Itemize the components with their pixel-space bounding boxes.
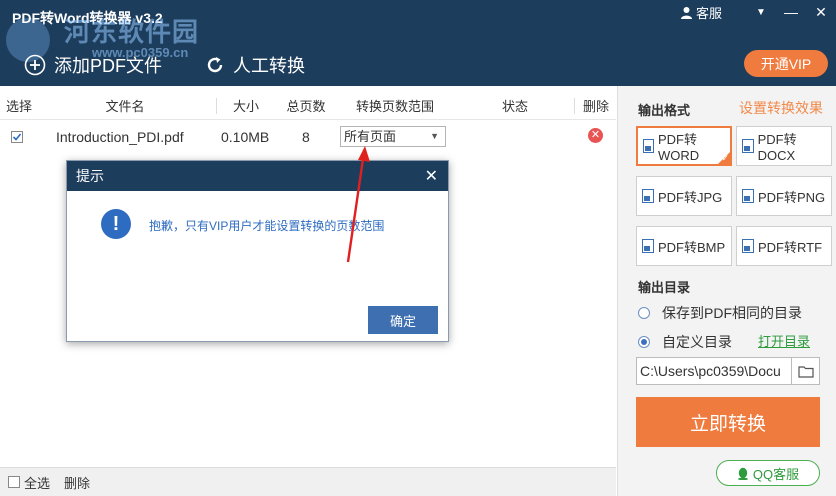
add-pdf-button[interactable]: 添加PDF文件 (24, 52, 162, 78)
word-file-icon (643, 139, 654, 153)
col-divider[interactable] (216, 98, 217, 114)
qq-penguin-icon (737, 467, 748, 480)
list-footer: 全选 删除 (0, 467, 616, 496)
add-pdf-label: 添加PDF文件 (54, 56, 162, 76)
format-label: PDF转DOCX (757, 132, 797, 163)
jpg-file-icon (642, 189, 654, 203)
check-icon: ✓ (721, 153, 729, 163)
delete-row-icon[interactable]: ✕ (588, 128, 603, 143)
watermark-text: 河东软件园 (64, 17, 200, 47)
window-controls: 客服 ▼ — ✕ (680, 0, 836, 24)
format-bmp-button[interactable]: PDF转BMP (636, 226, 732, 266)
format-word-button[interactable]: PDF转WORD ✓ (636, 126, 732, 166)
plus-circle-icon (24, 54, 46, 76)
right-panel: 输出格式 设置转换效果 PDF转WORD ✓ PDF转DOCX PDF转JPG … (617, 86, 836, 496)
format-rtf-button[interactable]: PDF转RTF (736, 226, 832, 266)
rtf-file-icon (742, 239, 754, 253)
output-format-label: 输出格式 (638, 103, 691, 118)
alert-dialog: 提示 ✕ ! 抱歉，只有VIP用户才能设置转换的页数范围 确定 (66, 160, 449, 342)
dialog-title: 提示 (76, 168, 104, 184)
select-all-checkbox[interactable] (8, 476, 20, 488)
col-pages: 总页数 (286, 99, 326, 114)
col-filename: 文件名 (105, 99, 145, 114)
title-bar: PDF转Word转换器 v3.2 河东软件园 www.pc0359.cn 客服 … (0, 0, 836, 86)
open-dir-link[interactable]: 打开目录 (758, 331, 810, 350)
conversion-settings-link[interactable]: 设置转换效果 (739, 98, 823, 118)
radio-button[interactable] (638, 307, 650, 319)
manual-convert-label: 人工转换 (233, 56, 305, 76)
qq-support-button[interactable]: QQ客服 (716, 460, 820, 486)
format-docx-button[interactable]: PDF转DOCX (736, 126, 832, 166)
folder-icon (797, 365, 814, 378)
select-all-label[interactable]: 全选 (24, 473, 50, 492)
info-exclamation-icon: ! (101, 209, 131, 239)
radio-same-dir[interactable]: 保存到PDF相同的目录 (638, 303, 802, 323)
format-label: PDF转JPG (658, 189, 723, 205)
customer-service-label: 客服 (695, 5, 722, 21)
open-vip-button[interactable]: 开通VIP (744, 50, 828, 77)
delete-selected-link[interactable]: 删除 (64, 473, 90, 492)
bmp-file-icon (642, 239, 654, 253)
row-checkbox[interactable] (11, 131, 23, 143)
col-delete: 删除 (582, 99, 609, 114)
col-select: 选择 (5, 99, 32, 114)
menu-dropdown-icon[interactable]: ▼ (746, 7, 776, 18)
radio-label: 保存到PDF相同的目录 (662, 305, 802, 321)
radio-custom-dir[interactable]: 自定义目录 (638, 332, 732, 352)
chevron-down-icon: ▼ (430, 131, 439, 141)
page-range-select[interactable]: 所有页面 ▼ (340, 126, 446, 147)
dialog-close-icon[interactable]: ✕ (425, 166, 438, 186)
page-range-value: 所有页面 (344, 129, 397, 144)
file-name: Introduction_PDI.pdf (56, 129, 184, 145)
refresh-icon (207, 57, 223, 73)
dialog-ok-button[interactable]: 确定 (368, 306, 438, 334)
table-row: Introduction_PDI.pdf 0.10MB 8 所有页面 ▼ ✕ (0, 123, 616, 153)
png-file-icon (742, 189, 754, 203)
customer-service-button[interactable]: 客服 (680, 3, 722, 22)
col-divider[interactable] (574, 98, 575, 114)
format-png-button[interactable]: PDF转PNG (736, 176, 832, 216)
radio-label: 自定义目录 (662, 334, 732, 350)
col-size: 大小 (232, 99, 259, 114)
checkmark-icon (12, 133, 22, 141)
minimize-button[interactable]: — (776, 4, 806, 20)
col-status: 状态 (501, 99, 528, 114)
radio-button[interactable] (638, 336, 650, 348)
format-label: PDF转PNG (758, 189, 826, 205)
col-range: 转换页数范围 (355, 99, 434, 114)
output-dir-label: 输出目录 (638, 280, 691, 295)
user-icon (680, 6, 692, 19)
browse-folder-button[interactable] (791, 357, 820, 385)
file-table-header: 选择 文件名 大小 总页数 转换页数范围 状态 删除 (0, 92, 616, 120)
docx-file-icon (742, 139, 754, 153)
file-size: 0.10MB (221, 129, 270, 145)
format-label: PDF转BMP (658, 239, 726, 255)
file-pages: 8 (302, 129, 310, 145)
format-label: PDF转RTF (758, 239, 823, 255)
close-button[interactable]: ✕ (806, 4, 836, 21)
dialog-message: 抱歉，只有VIP用户才能设置转换的页数范围 (149, 219, 385, 233)
manual-convert-button[interactable]: 人工转换 (205, 52, 305, 78)
dialog-title-bar: 提示 ✕ (67, 161, 448, 191)
convert-now-button[interactable]: 立即转换 (636, 397, 820, 447)
format-jpg-button[interactable]: PDF转JPG (636, 176, 732, 216)
output-path-input[interactable]: C:\Users\pc0359\Docu (636, 357, 792, 385)
qq-support-label: QQ客服 (752, 466, 800, 482)
